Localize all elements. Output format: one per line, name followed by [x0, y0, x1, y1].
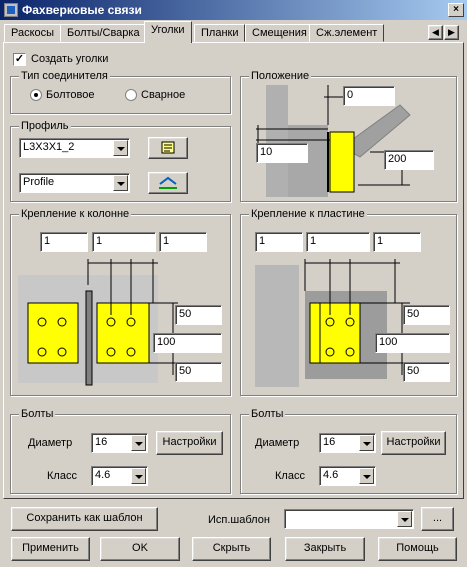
column-side-input-2[interactable]: 100	[153, 333, 222, 353]
bolts-left-class-label: Класс	[47, 470, 77, 482]
plate-side-input-3[interactable]: 50	[403, 362, 450, 382]
bolts-right-class-label: Класс	[275, 470, 305, 482]
position-title: Положение	[249, 70, 312, 82]
plate-top-input-2[interactable]: 1	[306, 232, 370, 252]
bolts-left-class-select[interactable]: 4.6	[91, 466, 148, 486]
apply-button[interactable]: Применить	[11, 537, 90, 561]
catalog-icon	[161, 141, 175, 154]
bolts-right-diameter-label: Диаметр	[255, 437, 300, 449]
profile-type-select[interactable]: Profile	[19, 173, 130, 193]
connector-type-title: Тип соединителя	[19, 70, 110, 82]
profile-title: Профиль	[19, 120, 71, 132]
bolts-right-settings-button[interactable]: Настройки	[381, 431, 446, 455]
browse-template-button[interactable]: ...	[421, 507, 454, 531]
chevron-down-icon[interactable]	[359, 468, 374, 484]
column-top-input-1[interactable]: 1	[40, 232, 88, 252]
profile-orientation-button[interactable]	[148, 172, 188, 194]
chevron-down-icon[interactable]	[113, 175, 128, 191]
position-left-input[interactable]: 10	[256, 143, 308, 163]
plate-top-input-1[interactable]: 1	[255, 232, 303, 252]
connector-type-group: Тип соединителя	[10, 70, 231, 114]
chevron-down-icon[interactable]	[359, 435, 374, 451]
tab-raskosy[interactable]: Раскосы	[4, 24, 62, 42]
bolts-left-diameter-select[interactable]: 16	[91, 433, 148, 453]
column-top-input-3[interactable]: 1	[159, 232, 207, 252]
bolts-left-title: Болты	[19, 408, 56, 420]
bolts-left-settings-button[interactable]: Настройки	[156, 431, 223, 455]
column-side-input-1[interactable]: 50	[175, 305, 222, 325]
help-button[interactable]: Помощь	[378, 537, 457, 561]
profile-catalog-button[interactable]	[148, 137, 188, 159]
use-template-select[interactable]	[284, 509, 414, 529]
bolts-left-class-value: 4.6	[95, 469, 111, 481]
tab-angles[interactable]: Уголки	[144, 21, 192, 43]
profile-type-value: Profile	[23, 176, 55, 188]
tab-planks[interactable]: Планки	[194, 24, 246, 42]
column-top-input-2[interactable]: 1	[92, 232, 156, 252]
plate-side-input-1[interactable]: 50	[403, 305, 450, 325]
plate-attach-diagram	[255, 259, 410, 387]
column-attach-diagram	[18, 259, 178, 386]
hide-button[interactable]: Скрыть	[192, 537, 271, 561]
profile-select[interactable]: L3X3X1_2	[19, 138, 130, 158]
profile-select-value: L3X3X1_2	[23, 141, 75, 153]
close-button[interactable]: Закрыть	[285, 537, 365, 561]
welded-label: Сварное	[141, 89, 186, 101]
tab-compressed-element[interactable]: Сж.элемент	[309, 24, 385, 42]
bolted-radio[interactable]	[30, 89, 42, 101]
tab-scroll-left-button[interactable]: ◀	[428, 25, 443, 40]
chevron-down-icon[interactable]	[131, 435, 146, 451]
bolts-left-diameter-label: Диаметр	[28, 437, 73, 449]
bolted-label: Болтовое	[46, 89, 95, 101]
bolts-right-class-value: 4.6	[323, 469, 339, 481]
save-as-template-button[interactable]: Сохранить как шаблон	[11, 507, 158, 531]
plate-side-input-2[interactable]: 100	[375, 333, 450, 353]
welded-radio[interactable]	[125, 89, 137, 101]
plate-attach-title: Крепление к пластине	[249, 208, 367, 220]
position-top-input[interactable]: 0	[343, 86, 395, 106]
column-side-input-3[interactable]: 50	[175, 362, 222, 382]
tab-offsets[interactable]: Смещения	[245, 24, 314, 42]
chevron-down-icon[interactable]	[131, 468, 146, 484]
create-angles-checkbox[interactable]: ✓	[13, 53, 26, 66]
bolts-right-title: Болты	[249, 408, 286, 420]
bolts-right-diameter-value: 16	[323, 436, 336, 448]
position-right-input[interactable]: 200	[384, 150, 434, 170]
title-bar: Фахверковые связи ×	[0, 0, 467, 20]
column-attach-title: Крепление к колонне	[19, 208, 132, 220]
close-window-button[interactable]: ×	[448, 3, 464, 17]
bolts-right-class-select[interactable]: 4.6	[319, 466, 376, 486]
create-angles-label: Создать уголки	[31, 53, 109, 65]
orientation-icon	[159, 176, 177, 189]
bolts-left-diameter-value: 16	[95, 436, 108, 448]
tab-scroll-right-button[interactable]: ▶	[444, 25, 459, 40]
plate-top-input-3[interactable]: 1	[373, 232, 421, 252]
chevron-down-icon[interactable]	[113, 140, 128, 156]
bolts-right-diameter-select[interactable]: 16	[319, 433, 376, 453]
window-title: Фахверковые связи	[22, 3, 142, 17]
ok-button[interactable]: OK	[100, 537, 180, 561]
use-template-label: Исп.шаблон	[208, 514, 270, 526]
tab-bolts-welding[interactable]: Болты/Сварка	[60, 24, 147, 42]
app-icon	[4, 3, 18, 17]
chevron-down-icon[interactable]	[397, 511, 412, 527]
